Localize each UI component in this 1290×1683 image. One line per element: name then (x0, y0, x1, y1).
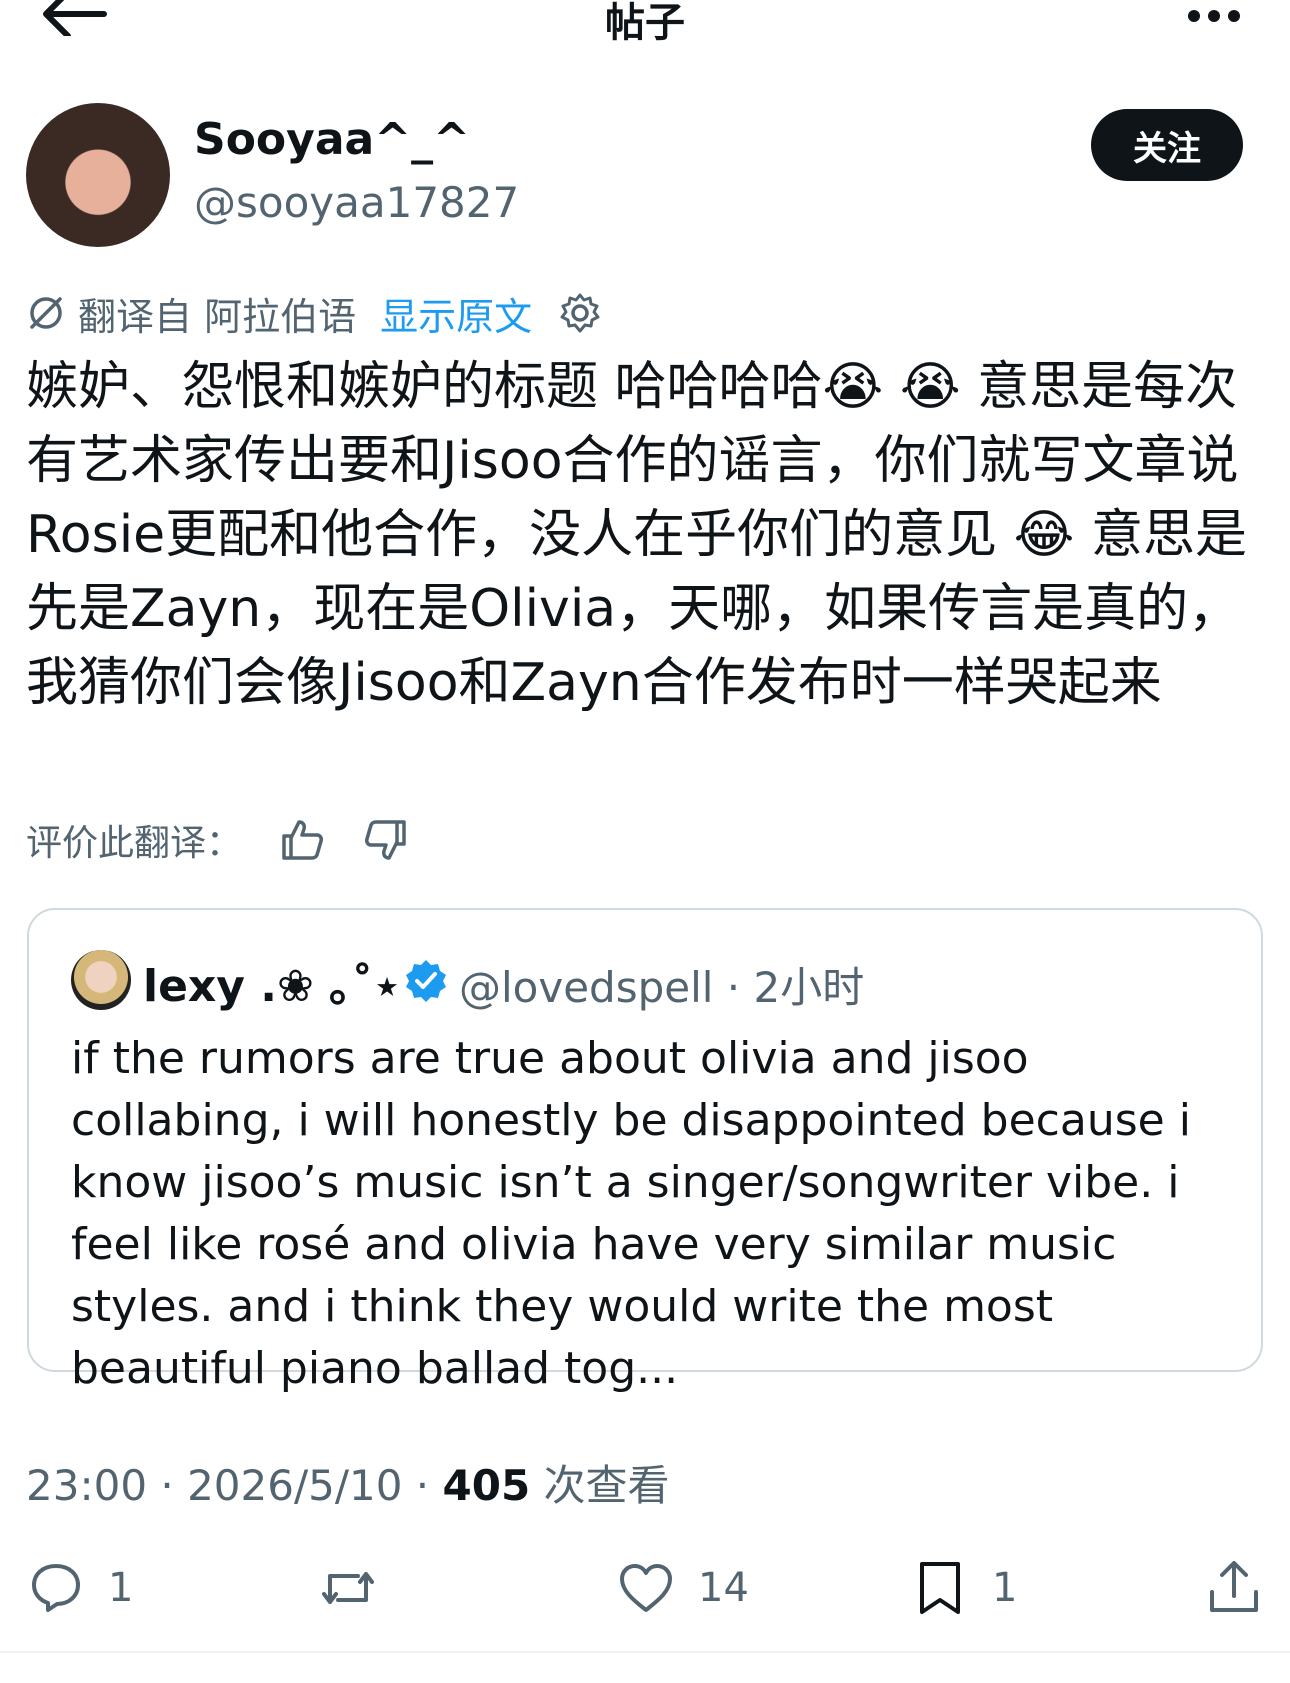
quoted-author-name[interactable]: lexy .❀ ｡˚⋆ (143, 950, 401, 1014)
show-original-link[interactable]: 显示原文 (380, 286, 532, 341)
bookmark-icon (920, 1562, 960, 1614)
author-display-name[interactable]: Sooyaa^_^ (194, 114, 470, 165)
quoted-avatar[interactable] (71, 950, 131, 1010)
translation-info: 翻译自 阿拉伯语 显示原文 (26, 286, 602, 341)
bookmark-button[interactable]: 1 (910, 1558, 1017, 1618)
share-icon (1210, 1561, 1258, 1612)
retweet-button[interactable] (318, 1558, 378, 1618)
post-meta: 23:00 · 2026/5/10 · 405 次查看 (26, 1452, 670, 1513)
heart-icon (620, 1564, 672, 1612)
retweet-icon (322, 1572, 374, 1604)
quoted-post[interactable]: lexy .❀ ｡˚⋆ @lovedspell · 2小时 if the rum… (27, 908, 1263, 1394)
reply-count: 1 (108, 1565, 134, 1611)
follow-button[interactable]: 关注 (1091, 109, 1243, 181)
reply-icon (32, 1564, 80, 1612)
verified-badge-icon (406, 960, 446, 1002)
bookmark-count: 1 (992, 1565, 1018, 1611)
post-timestamp: 23:00 · 2026/5/10 · (26, 1461, 443, 1510)
gear-icon[interactable] (558, 291, 602, 335)
thumbs-up-icon[interactable] (280, 818, 324, 862)
share-button[interactable] (1204, 1558, 1264, 1618)
quoted-handle-time: @lovedspell · 2小时 (459, 963, 865, 1012)
thumbs-down-icon[interactable] (364, 818, 408, 862)
translated-from-label: 翻译自 阿拉伯语 (78, 294, 357, 339)
like-count: 14 (698, 1565, 749, 1611)
post-text: 嫉妒、怨恨和嫉妒的标题 哈哈哈哈😭 😭 意思是每次有艺术家传出要和Jisoo合作… (26, 357, 1247, 713)
rate-translation: 评价此翻译： (26, 810, 408, 870)
avatar[interactable] (26, 103, 170, 247)
quoted-text: if the rumors are true about olivia and … (71, 1033, 1191, 1394)
author-handle[interactable]: @sooyaa17827 (194, 178, 519, 227)
rate-translation-label: 评价此翻译： (26, 823, 243, 864)
more-options-icon[interactable] (1186, 6, 1242, 26)
like-button[interactable]: 14 (616, 1558, 749, 1618)
translate-icon (30, 297, 62, 329)
views-label: 次查看 (530, 1461, 670, 1510)
divider (0, 1651, 1290, 1653)
view-count[interactable]: 405 (443, 1461, 531, 1510)
reply-button[interactable]: 1 (26, 1558, 133, 1618)
page-title: 帖子 (605, 0, 685, 46)
